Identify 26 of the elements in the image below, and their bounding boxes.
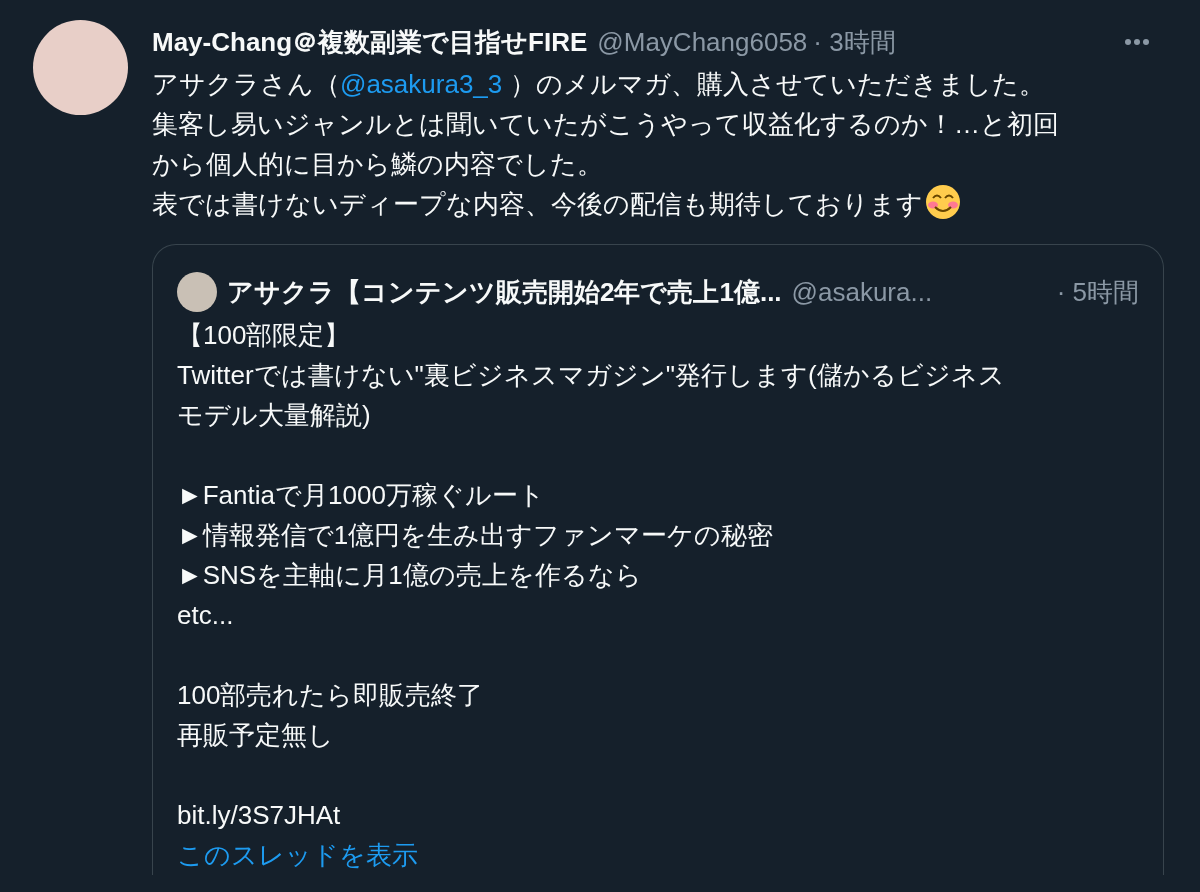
tweet-text: bit.ly/3S7JHAt: [177, 799, 341, 832]
avatar[interactable]: [177, 272, 217, 312]
tweet-text: etc...: [177, 599, 234, 632]
tweet-text: 100部売れたら即販売終了: [177, 679, 484, 712]
tweet-text: 表では書けないディープな内容、今後の配信も期待しております: [152, 184, 961, 224]
display-name[interactable]: May-Chang＠複数副業で目指せFIRE: [152, 24, 588, 60]
tweet-text: ►Fantiaで月1000万稼ぐルート: [177, 479, 545, 512]
tweet-text: から個人的に目から鱗の内容でした。: [152, 148, 603, 181]
tweet-text: アサクラさん（@asakura3_3 ）のメルマガ、購入させていただきました。: [152, 68, 1045, 101]
timestamp[interactable]: · 5時間: [1056, 274, 1139, 310]
tweet-text: 集客し易いジャンルとは聞いていたがこうやって収益化するのか！…と初回: [152, 108, 1059, 141]
tweet-text: 【100部限定】: [177, 319, 351, 352]
tweet-text: ►SNSを主軸に月1億の売上を作るなら: [177, 559, 642, 592]
quoted-tweet-card[interactable]: [152, 244, 1164, 875]
tweet-text: モデル大量解説): [177, 399, 371, 432]
tweet-text: 再販予定無し: [177, 719, 334, 752]
mention-link[interactable]: @asakura3_3: [340, 69, 503, 99]
tweet-text: ►情報発信で1億円を生み出すファンマーケの秘密: [177, 519, 774, 552]
user-handle[interactable]: @asakura...: [791, 276, 933, 308]
more-icon[interactable]: [1124, 38, 1150, 46]
timestamp[interactable]: · 3時間: [813, 24, 896, 60]
show-thread-link[interactable]: このスレッドを表示: [177, 835, 418, 875]
user-handle[interactable]: @MayChang6058: [597, 26, 808, 58]
tweet-text: Twitterでは書けない"裏ビジネスマガジン"発行します(儲かるビジネス: [177, 359, 1005, 392]
display-name[interactable]: アサクラ【コンテンツ販売開始2年で売上1億...: [227, 274, 782, 310]
smiling-face-icon: [925, 184, 961, 220]
